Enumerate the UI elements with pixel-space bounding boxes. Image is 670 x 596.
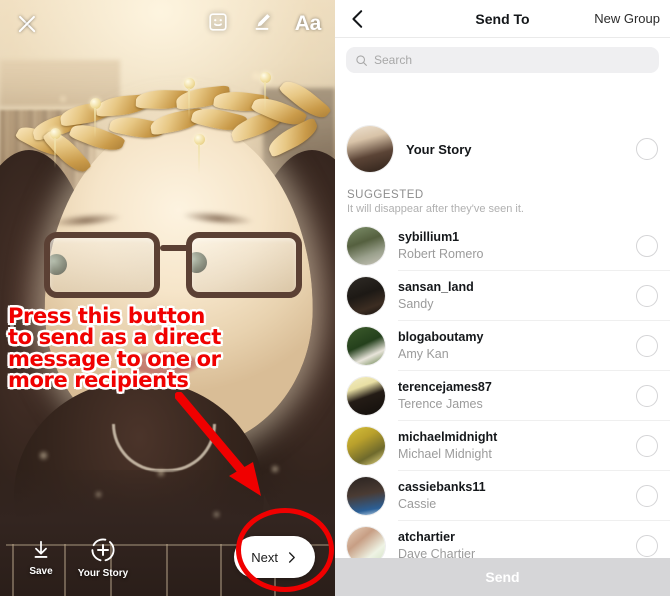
table-row[interactable]: michaelmidnight Michael Midnight [335, 421, 670, 471]
panel-header: Send To New Group [335, 0, 670, 38]
fullname: Cassie [398, 496, 437, 511]
suggested-subtitle: It will disappear after they've seen it. [347, 203, 524, 215]
fullname: Robert Romero [398, 246, 484, 261]
select-toggle[interactable] [636, 535, 658, 557]
list-item-your-story[interactable]: Your Story [335, 118, 670, 180]
app-screen: Aa Press this button to send as a direct… [0, 0, 670, 596]
suggested-title: SUGGESTED [347, 189, 424, 201]
select-toggle[interactable] [636, 435, 658, 457]
next-button[interactable]: Next [234, 536, 315, 578]
save-label: Save [29, 566, 53, 577]
composer-toolbar: Aa [0, 0, 335, 48]
table-row[interactable]: terencejames87 Terence James [335, 371, 670, 421]
draw-icon[interactable] [251, 11, 273, 38]
select-toggle[interactable] [636, 235, 658, 257]
avatar [347, 377, 385, 415]
table-row[interactable]: blogaboutamy Amy Kan [335, 321, 670, 371]
laurel-crown-filter [14, 72, 332, 178]
search-input[interactable]: Search [346, 47, 659, 73]
username: sybillium1 [398, 230, 460, 245]
your-story-label: Your Story [77, 568, 129, 579]
select-toggle[interactable] [636, 285, 658, 307]
save-button[interactable]: Save [10, 539, 72, 577]
send-button[interactable]: Send [335, 558, 670, 596]
chevron-left-icon[interactable] [347, 8, 369, 30]
avatar [347, 477, 385, 515]
fullname: Dave Chartier [398, 546, 476, 558]
table-row[interactable]: cassiebanks11 Cassie [335, 471, 670, 521]
avatar [347, 427, 385, 465]
send-label: Send [485, 569, 520, 585]
close-icon[interactable] [14, 11, 40, 37]
your-story-label: Your Story [406, 141, 472, 157]
select-toggle[interactable] [636, 335, 658, 357]
username: michaelmidnight [398, 430, 498, 445]
sticker-icon[interactable] [207, 11, 229, 38]
story-photo [0, 0, 335, 596]
select-toggle[interactable] [636, 385, 658, 407]
avatar [347, 277, 385, 315]
fullname: Michael Midnight [398, 446, 492, 461]
select-toggle[interactable] [636, 485, 658, 507]
composer-bottom-bar: Save Your Story Next [0, 520, 335, 596]
text-icon[interactable]: Aa [295, 12, 322, 36]
select-toggle[interactable] [636, 138, 658, 160]
table-row[interactable]: sybillium1 Robert Romero [335, 221, 670, 271]
username: sansan_land [398, 280, 474, 295]
story-composer: Aa Press this button to send as a direct… [0, 0, 335, 596]
username: cassiebanks11 [398, 480, 486, 495]
search-icon [356, 54, 367, 66]
search-placeholder: Search [374, 53, 413, 67]
avatar [347, 327, 385, 365]
table-row[interactable]: sansan_land Sandy [335, 271, 670, 321]
recipient-list[interactable]: Your Story SUGGESTED It will disappear a… [335, 118, 670, 558]
username: atchartier [398, 530, 455, 545]
send-to-panel: Send To New Group Search Your Story SUGG… [335, 0, 670, 596]
username: blogaboutamy [398, 330, 484, 345]
username: terencejames87 [398, 380, 492, 395]
table-row[interactable]: atchartier Dave Chartier [335, 521, 670, 558]
avatar [347, 527, 385, 558]
download-icon [34, 540, 48, 558]
add-to-story-icon [91, 538, 115, 562]
suggested-header: SUGGESTED It will disappear after they'v… [335, 180, 670, 221]
new-group-button[interactable]: New Group [594, 11, 660, 26]
fullname: Sandy [398, 296, 434, 311]
fullname: Amy Kan [398, 346, 449, 361]
next-label: Next [251, 549, 278, 565]
chevron-right-icon [288, 551, 295, 563]
search-container: Search [335, 38, 670, 80]
avatar [347, 126, 393, 172]
fullname: Terence James [398, 396, 483, 411]
your-story-button[interactable]: Your Story [72, 537, 134, 579]
avatar [347, 227, 385, 265]
